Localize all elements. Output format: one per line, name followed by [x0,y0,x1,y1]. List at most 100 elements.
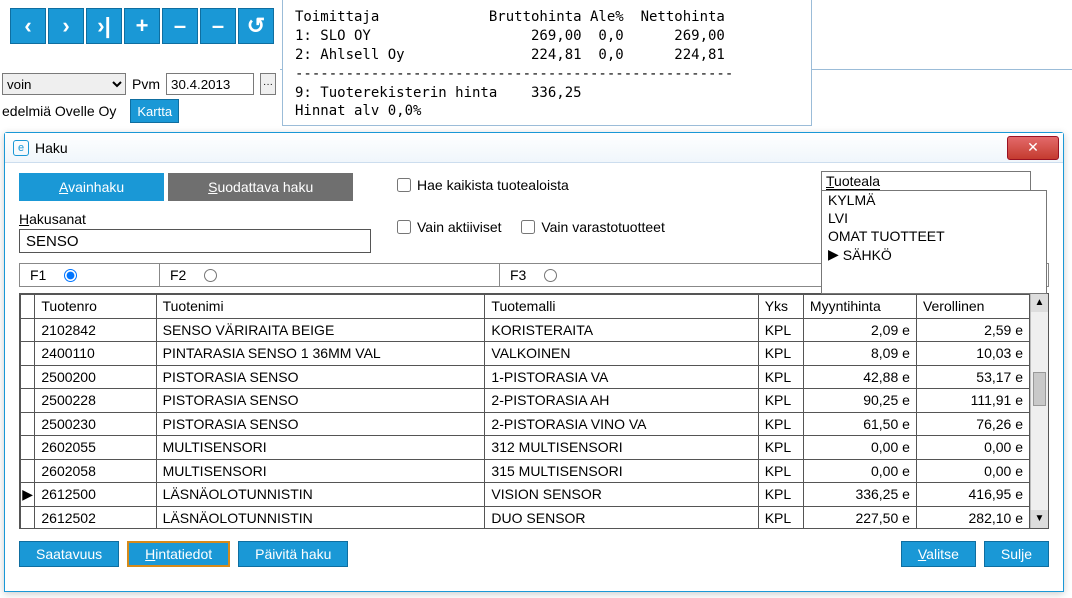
col-header[interactable]: Myyntihinta [803,295,916,319]
chk-vain-varasto[interactable] [521,220,535,234]
col-header[interactable]: Tuotemalli [485,295,758,319]
minus2-icon[interactable]: – [200,8,236,44]
cell-nro: 2400110 [35,342,156,366]
table-row[interactable]: ▶2612500LÄSNÄOLOTUNNISTINVISION SENSORKP… [21,483,1030,507]
f3-radio[interactable] [544,269,557,282]
f1-radio[interactable] [64,269,77,282]
table-row[interactable]: 2500200PISTORASIA SENSO1-PISTORASIA VAKP… [21,365,1030,389]
cell-nimi: LÄSNÄOLOTUNNISTIN [156,483,485,507]
cell-mh: 90,25 e [803,389,916,413]
cell-mh: 0,00 e [803,459,916,483]
pvm-input[interactable] [166,73,254,95]
scroll-thumb[interactable] [1033,372,1046,406]
tuoteala-listbox[interactable]: KYLMÄLVIOMAT TUOTTEET▶SÄHKÖ [821,190,1047,294]
kartta-button[interactable]: Kartta [130,99,179,123]
tuoteala-item[interactable]: LVI [822,209,1046,227]
col-header[interactable]: Yks [758,295,803,319]
sulje-button[interactable]: Sulje [984,541,1049,567]
cell-malli: DUO SENSOR [485,506,758,528]
col-header[interactable]: Verollinen [916,295,1029,319]
dialog-titlebar: e Haku ✕ [5,133,1063,163]
cell-ver: 416,95 e [916,483,1029,507]
hakusanat-input[interactable] [19,229,371,253]
paivita-button[interactable]: Päivitä haku [238,541,348,567]
remove-icon[interactable]: – [162,8,198,44]
results-table[interactable]: TuotenroTuotenimiTuotemalliYksMyyntihint… [20,294,1030,528]
col-header[interactable] [21,295,35,319]
cell-nro: 2500230 [35,412,156,436]
table-row[interactable]: 2602058MULTISENSORI315 MULTISENSORIKPL0,… [21,459,1030,483]
saatavuus-button[interactable]: Saatavuus [19,541,119,567]
row-pointer [21,389,35,413]
cell-ver: 10,03 e [916,342,1029,366]
row-pointer-icon: ▶ [828,246,839,263]
table-row[interactable]: 2400110PINTARASIA SENSO 1 36MM VALVALKOI… [21,342,1030,366]
cell-ver: 2,59 e [916,318,1029,342]
add-icon[interactable]: + [124,8,160,44]
cell-malli: VALKOINEN [485,342,758,366]
chk-hae-kaikista-label: Hae kaikista tuotealoista [417,177,569,193]
cell-yks: KPL [758,389,803,413]
cell-malli: 315 MULTISENSORI [485,459,758,483]
hintatiedot-button[interactable]: Hintatiedot [127,541,230,567]
scroll-up-icon[interactable]: ▲ [1031,294,1048,312]
cell-malli: 312 MULTISENSORI [485,436,758,460]
refresh-icon[interactable]: ↺ [238,8,274,44]
dialog-title: Haku [35,140,1007,156]
tab-suodattava[interactable]: Suodattava haku [168,173,353,201]
valitse-button[interactable]: Valitse [901,541,976,567]
chk-vain-varasto-label: Vain varastotuotteet [541,219,664,235]
cell-malli: 1-PISTORASIA VA [485,365,758,389]
cell-mh: 42,88 e [803,365,916,389]
cell-ver: 111,91 e [916,389,1029,413]
scrollbar[interactable]: ▲ ▼ [1030,294,1048,528]
chk-vain-aktiiviset[interactable] [397,220,411,234]
cell-nimi: PINTARASIA SENSO 1 36MM VAL [156,342,485,366]
cell-malli: KORISTERAITA [485,318,758,342]
row-pointer [21,412,35,436]
cell-nimi: SENSO VÄRIRAITA BEIGE [156,318,485,342]
cell-nro: 2612500 [35,483,156,507]
row-pointer [21,365,35,389]
nav-prev-icon[interactable]: ‹ [10,8,46,44]
scroll-down-icon[interactable]: ▼ [1031,510,1048,528]
cell-nimi: PISTORASIA SENSO [156,389,485,413]
date-picker-icon[interactable]: ··· [260,73,276,95]
cell-yks: KPL [758,365,803,389]
cell-ver: 282,10 e [916,506,1029,528]
tuoteala-item[interactable]: OMAT TUOTTEET [822,227,1046,245]
app-icon: e [13,140,29,156]
table-row[interactable]: 2500230PISTORASIA SENSO2-PISTORASIA VINO… [21,412,1030,436]
cell-mh: 0,00 e [803,436,916,460]
voin-combo[interactable]: voin [2,73,126,95]
nav-last-icon[interactable]: ›| [86,8,122,44]
table-row[interactable]: 2102842SENSO VÄRIRAITA BEIGEKORISTERAITA… [21,318,1030,342]
tab-avainhaku[interactable]: Avainhaku [19,173,164,201]
table-row[interactable]: 2500228PISTORASIA SENSO2-PISTORASIA AHKP… [21,389,1030,413]
cell-ver: 0,00 e [916,459,1029,483]
tuoteala-panel: Tuoteala KYLMÄLVIOMAT TUOTTEET▶SÄHKÖ [821,171,1049,294]
row-pointer: ▶ [21,483,35,507]
cell-malli: VISION SENSOR [485,483,758,507]
row-pointer [21,459,35,483]
tuoteala-item[interactable]: KYLMÄ [822,191,1046,209]
f2-radio[interactable] [204,269,217,282]
cell-nro: 2602058 [35,459,156,483]
chk-hae-kaikista[interactable] [397,178,411,192]
row-pointer [21,318,35,342]
row-pointer [21,436,35,460]
col-header[interactable]: Tuotenro [35,295,156,319]
cell-yks: KPL [758,412,803,436]
close-icon[interactable]: ✕ [1007,136,1059,160]
tuoteala-item[interactable]: ▶SÄHKÖ [822,245,1046,264]
cell-mh: 8,09 e [803,342,916,366]
cell-nro: 2102842 [35,318,156,342]
cell-yks: KPL [758,342,803,366]
results-grid: TuotenroTuotenimiTuotemalliYksMyyntihint… [19,293,1049,529]
table-row[interactable]: 2612502LÄSNÄOLOTUNNISTINDUO SENSORKPL227… [21,506,1030,528]
table-row[interactable]: 2602055MULTISENSORI312 MULTISENSORIKPL0,… [21,436,1030,460]
col-header[interactable]: Tuotenimi [156,295,485,319]
cell-mh: 336,25 e [803,483,916,507]
cell-nro: 2602055 [35,436,156,460]
nav-next-icon[interactable]: › [48,8,84,44]
